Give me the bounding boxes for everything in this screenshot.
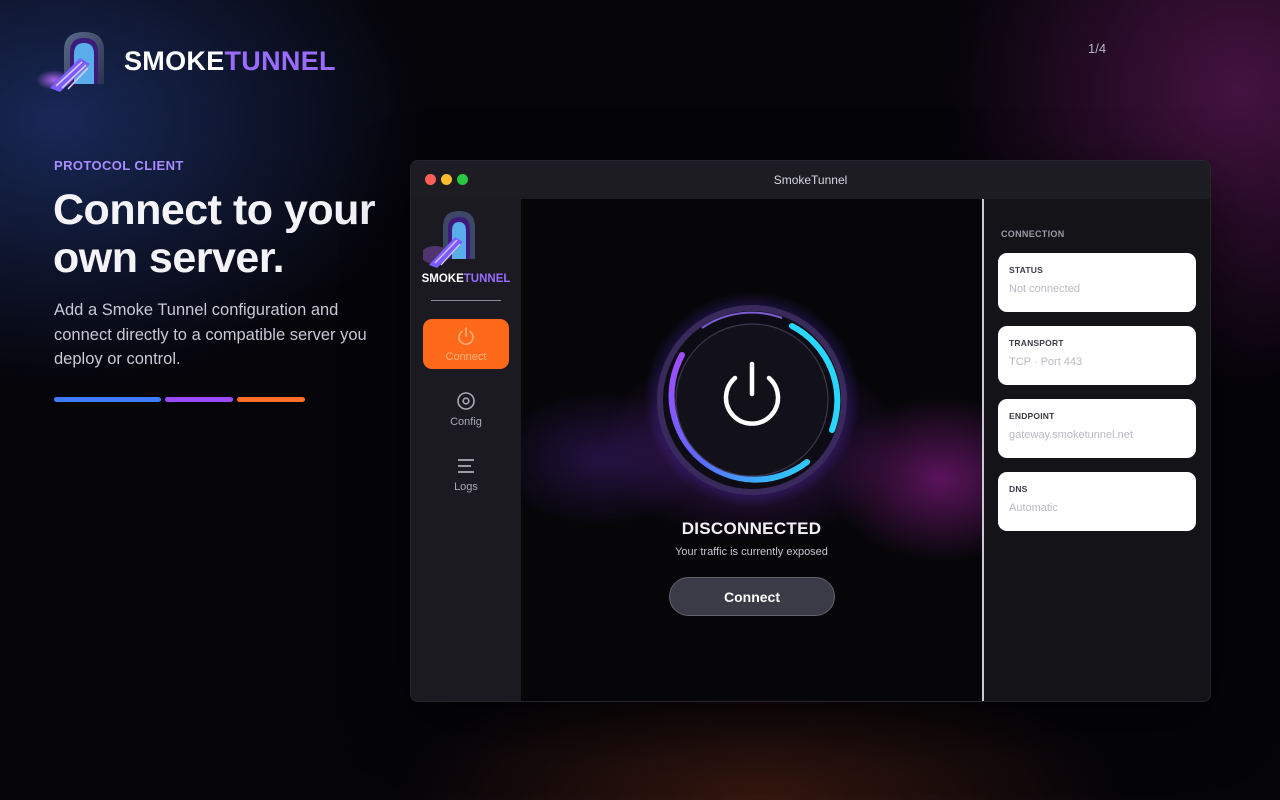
brand-name-part2: TUNNEL (224, 45, 336, 76)
window-titlebar: SmokeTunnel (411, 161, 1210, 199)
brand-name-part1: SMOKE (124, 45, 225, 76)
sidebar-item-label: Logs (454, 481, 478, 493)
sidebar-brand-part1: SMOKE (421, 273, 464, 285)
target-icon (457, 392, 475, 410)
card-label: TRANSPORT (1009, 338, 1064, 348)
brand-logo: SMOKETUNNEL (36, 28, 336, 94)
app-window: SmokeTunnel SMOKETUNNEL Connect Config L… (410, 160, 1211, 702)
tunnel-logo-icon (423, 211, 475, 268)
dns-card: DNS Automatic (998, 472, 1196, 531)
connect-view: DISCONNECTED Your traffic is currently e… (521, 199, 982, 701)
headline: Connect to your own server. (53, 186, 376, 282)
connection-status-title: DISCONNECTED (681, 519, 822, 538)
accent-bar-orange (237, 397, 305, 402)
brand-name: SMOKETUNNEL (124, 46, 336, 77)
card-value: Automatic (1009, 502, 1058, 514)
card-label: DNS (1009, 484, 1028, 494)
sidebar-item-label: Connect (445, 351, 487, 363)
transport-card: TRANSPORT TCP · Port 443 (998, 326, 1196, 385)
connection-status-subtitle: Your traffic is currently exposed (675, 546, 828, 558)
sidebar-item-config[interactable]: Config (423, 384, 509, 434)
accent-bar-purple (165, 397, 233, 402)
sidebar-item-connect[interactable]: Connect (423, 319, 509, 369)
card-label: STATUS (1009, 265, 1043, 275)
sidebar: SMOKETUNNEL Connect Config Logs (411, 199, 521, 701)
window-title: SmokeTunnel (773, 173, 848, 187)
list-icon (458, 459, 474, 473)
endpoint-card: ENDPOINT gateway.smoketunnel.net (998, 399, 1196, 458)
power-icon (458, 327, 474, 345)
sidebar-divider (431, 300, 501, 301)
connection-panel: CONNECTION STATUS Not connected TRANSPOR… (984, 199, 1210, 701)
sidebar-brand-part2: TUNNEL (463, 273, 511, 285)
card-value: Not connected (1009, 283, 1080, 295)
power-toggle[interactable] (642, 290, 862, 510)
sidebar-brand: SMOKETUNNEL (411, 273, 521, 285)
card-label: ENDPOINT (1009, 411, 1055, 421)
eyebrow-label: PROTOCOL CLIENT (54, 158, 184, 173)
sidebar-item-label: Config (450, 416, 482, 428)
tunnel-logo-icon (36, 32, 104, 92)
card-value: TCP · Port 443 (1009, 356, 1083, 368)
accent-bar-blue (54, 397, 161, 402)
panel-title: CONNECTION (1001, 229, 1065, 239)
page-indicator: 1/4 (1088, 41, 1107, 56)
card-value: gateway.smoketunnel.net (1009, 429, 1133, 441)
accent-bars (54, 397, 305, 402)
connect-button[interactable]: Connect (669, 577, 835, 616)
sidebar-item-logs[interactable]: Logs (423, 449, 509, 499)
hero-subtext: Add a Smoke Tunnel configuration and con… (54, 301, 367, 368)
status-card: STATUS Not connected (998, 253, 1196, 312)
